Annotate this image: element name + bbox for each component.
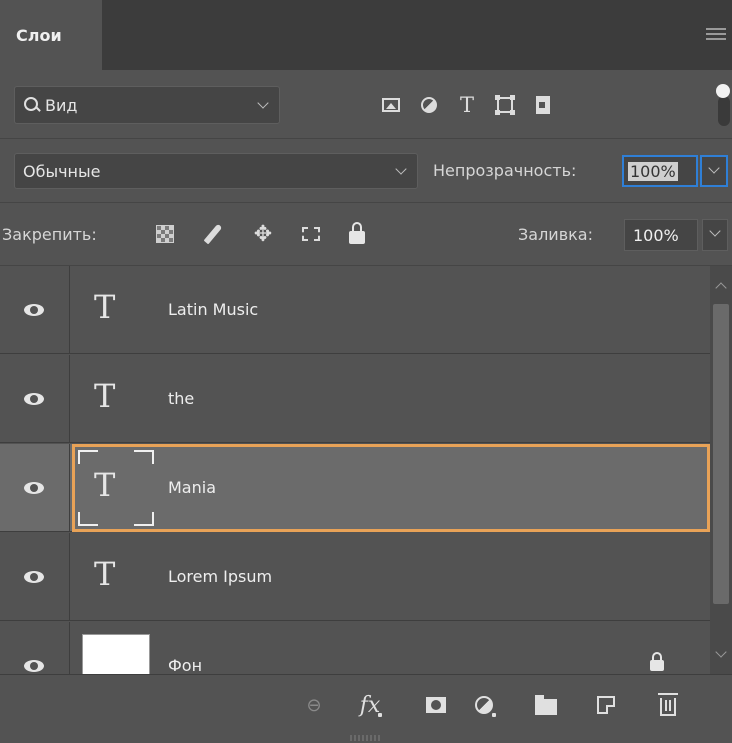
layer-row-background[interactable]: Фон xyxy=(0,622,710,674)
tab-layers[interactable]: Слои xyxy=(0,0,102,70)
eye-icon xyxy=(24,660,44,672)
visibility-toggle[interactable] xyxy=(0,444,70,532)
lock-all-icon[interactable] xyxy=(344,221,370,247)
eye-icon xyxy=(24,393,44,405)
link-layers-icon[interactable]: ⊖ xyxy=(296,687,332,723)
eye-icon xyxy=(24,482,44,494)
lock-label: Закрепить: xyxy=(2,225,97,244)
blend-row: Обычные Непрозрачность: 100% xyxy=(0,139,732,201)
opacity-dropdown-button[interactable] xyxy=(700,155,728,187)
layer-row[interactable]: T the xyxy=(0,355,710,443)
lock-pixels-icon[interactable] xyxy=(152,221,178,247)
blend-mode-select[interactable]: Обычные xyxy=(14,153,418,189)
chevron-down-icon xyxy=(708,162,720,174)
chevron-down-icon xyxy=(709,225,721,237)
opacity-input[interactable]: 100% xyxy=(622,155,698,187)
layer-name: Lorem Ipsum xyxy=(168,567,273,586)
panel-menu-icon[interactable] xyxy=(706,28,726,42)
visibility-toggle[interactable] xyxy=(0,622,70,674)
lock-artboard-icon[interactable] xyxy=(298,221,324,247)
layer-row[interactable]: T Latin Music xyxy=(0,266,710,354)
fill-input[interactable]: 100% xyxy=(624,219,698,251)
visibility-toggle[interactable] xyxy=(0,355,70,443)
layers-panel: Слои Вид T Обычные Непрозрачность: 100% xyxy=(0,0,732,743)
resize-grip[interactable] xyxy=(350,735,382,741)
lock-position-move-icon[interactable]: ✥ xyxy=(250,221,276,247)
eye-icon xyxy=(24,304,44,316)
adjustment-layer-icon[interactable] xyxy=(466,687,502,723)
scroll-down-icon[interactable] xyxy=(715,646,727,658)
scroll-up-icon[interactable] xyxy=(715,282,727,294)
pixel-layer-filter-icon[interactable] xyxy=(372,88,410,122)
text-layer-icon: T xyxy=(94,466,116,504)
layers-toolbar: ⊖ fx xyxy=(0,674,732,743)
text-layer-icon: T xyxy=(94,377,116,415)
adjustment-layer-filter-icon[interactable] xyxy=(410,88,448,122)
layer-name: Latin Music xyxy=(168,300,259,319)
fx-icon[interactable]: fx xyxy=(352,687,388,723)
eye-icon xyxy=(24,571,44,583)
lock-row: Закрепить: ✥ Заливка: 100% xyxy=(0,203,732,265)
visibility-toggle[interactable] xyxy=(0,266,70,354)
layer-name: the xyxy=(168,389,195,408)
filter-kind-select[interactable]: Вид xyxy=(14,86,280,124)
layer-row-selected[interactable]: T Mania xyxy=(0,444,710,532)
transform-frame-icon xyxy=(78,450,154,526)
fill-dropdown-button[interactable] xyxy=(702,219,728,251)
new-group-folder-icon[interactable] xyxy=(528,687,564,723)
opacity-value: 100% xyxy=(628,161,678,181)
trash-icon[interactable] xyxy=(650,687,686,723)
visibility-toggle[interactable] xyxy=(0,533,70,621)
blend-mode-value: Обычные xyxy=(23,161,101,181)
lock-image-pixels-brush-icon[interactable] xyxy=(200,221,226,247)
layer-thumbnail xyxy=(82,634,150,674)
text-layer-icon: T xyxy=(94,555,116,593)
scroll-thumb[interactable] xyxy=(713,304,729,604)
new-layer-icon[interactable] xyxy=(588,687,624,723)
opacity-label: Непрозрачность: xyxy=(433,161,577,180)
layer-name: Фон xyxy=(168,656,203,674)
type-layer-filter-icon[interactable]: T xyxy=(448,88,486,122)
layer-row[interactable]: T Lorem Ipsum xyxy=(0,533,710,621)
text-layer-icon: T xyxy=(94,288,116,326)
tab-layers-label: Слои xyxy=(16,25,62,45)
layers-list: T Latin Music T the T Mania T Lorem Ipsu… xyxy=(0,266,710,674)
chevron-down-icon xyxy=(257,97,269,109)
shape-layer-filter-icon[interactable] xyxy=(486,88,524,122)
chevron-down-icon xyxy=(395,163,407,175)
filter-toggle[interactable] xyxy=(712,84,732,130)
add-mask-icon[interactable] xyxy=(418,687,454,723)
fill-value: 100% xyxy=(633,225,679,245)
smart-object-filter-icon[interactable] xyxy=(524,88,562,122)
lock-icon xyxy=(650,652,664,671)
fill-label: Заливка: xyxy=(518,225,593,244)
filter-icons: T xyxy=(372,88,562,122)
panel-tab-bar: Слои xyxy=(0,0,732,70)
filter-row: Вид T xyxy=(0,70,732,138)
layers-scrollbar[interactable] xyxy=(710,266,732,674)
layer-name: Mania xyxy=(168,478,216,497)
filter-kind-label: Вид xyxy=(45,95,78,115)
search-icon xyxy=(23,96,41,114)
